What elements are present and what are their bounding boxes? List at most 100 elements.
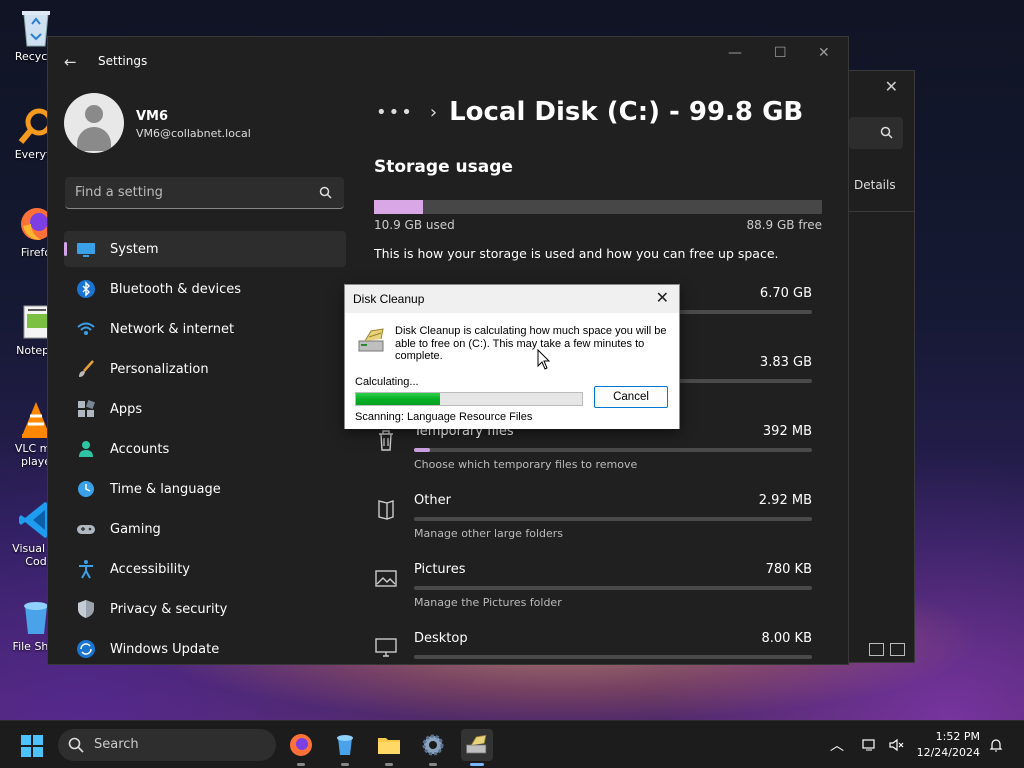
storage-usage-heading: Storage usage [374, 157, 513, 177]
view-toggle[interactable] [869, 643, 905, 656]
file-shredder-icon [337, 735, 353, 755]
taskbar-disk-cleanup[interactable] [461, 729, 493, 766]
background-explorer-window[interactable]: ✕ Details [840, 70, 915, 663]
calculating-label: Calculating... [355, 376, 419, 388]
system-icon [76, 239, 96, 259]
category-size: 780 KB [765, 562, 812, 577]
category-size: 2.92 MB [758, 493, 812, 508]
nav-item-privacy[interactable]: Privacy & security [64, 591, 346, 627]
nav-label: Network & internet [110, 321, 235, 337]
close-icon[interactable]: ✕ [656, 288, 669, 308]
nav-label: Bluetooth & devices [110, 281, 241, 297]
desktop-icon [374, 635, 398, 659]
details-view-icon[interactable] [869, 643, 884, 656]
minimize-icon[interactable]: — [728, 45, 742, 61]
nav-item-system[interactable]: System [64, 231, 346, 267]
clock-date: 12/24/2024 [916, 746, 980, 759]
user-name: VM6 [136, 109, 169, 124]
nav-item-bluetooth[interactable]: Bluetooth & devices [64, 271, 346, 307]
taskbar-file-shredder[interactable] [329, 729, 361, 766]
nav-item-accessibility[interactable]: Accessibility [64, 551, 346, 587]
nav-item-windows-update[interactable]: Windows Update [64, 631, 346, 664]
search-icon [880, 126, 893, 139]
storage-category-pictures[interactable]: Pictures 780 KB Manage the Pictures fold… [374, 560, 814, 616]
dialog-body: Disk Cleanup is calculating how much spa… [345, 313, 679, 429]
page-title: Local Disk (C:) - 99.8 GB [449, 97, 804, 127]
nav-item-accounts[interactable]: Accounts [64, 431, 346, 467]
scanning-status: Scanning: Language Resource Files [355, 411, 533, 423]
category-description: Manage the Pictures folder [414, 596, 562, 609]
volume-muted-icon[interactable] [888, 737, 904, 757]
trash-icon [374, 428, 398, 452]
maximize-icon[interactable]: ☐ [774, 45, 787, 61]
nav-label: Windows Update [110, 641, 220, 657]
mouse-cursor-icon [537, 349, 551, 370]
nav-label: Apps [110, 401, 143, 417]
close-icon[interactable]: ✕ [818, 45, 830, 61]
search-icon [68, 737, 84, 753]
tiles-view-icon[interactable] [890, 643, 905, 656]
details-button[interactable]: Details [854, 178, 896, 192]
find-setting-box[interactable] [65, 177, 344, 209]
taskbar: Search ︿ 1:52 PM 12/24/2024 [0, 720, 1024, 768]
progress-fill [356, 393, 440, 405]
network-status-icon[interactable] [862, 737, 878, 757]
system-clock[interactable]: 1:52 PM 12/24/2024 [917, 729, 980, 761]
taskbar-firefox[interactable] [285, 729, 317, 766]
nav-item-gaming[interactable]: Gaming [64, 511, 346, 547]
storage-category-other[interactable]: Other 2.92 MB Manage other large folders [374, 491, 814, 547]
clock-time: 1:52 PM [935, 730, 980, 743]
gaming-icon [76, 519, 96, 539]
taskbar-search[interactable]: Search [58, 729, 276, 761]
nav-item-apps[interactable]: Apps [64, 391, 346, 427]
nav-item-personalization[interactable]: Personalization [64, 351, 346, 387]
window-title: Settings [98, 54, 148, 68]
settings-icon [422, 734, 444, 756]
storage-usage-fill [374, 200, 423, 214]
search-icon [319, 186, 332, 199]
windows-start-icon[interactable] [20, 734, 44, 762]
category-description: Manage other large folders [414, 527, 564, 540]
dialog-title: Disk Cleanup [353, 292, 425, 306]
folder-icon [374, 497, 398, 521]
storage-category-temporary-files[interactable]: Temporary files 392 MB Choose which temp… [374, 422, 814, 478]
nav-item-network[interactable]: Network & internet [64, 311, 346, 347]
find-setting-input[interactable] [65, 177, 295, 207]
storage-description: This is how your storage is used and how… [374, 246, 779, 261]
explorer-search-box[interactable] [849, 117, 903, 149]
pictures-icon [374, 566, 398, 590]
title-bar: ← Settings — ☐ ✕ [48, 37, 848, 85]
user-profile[interactable]: VM6 VM6@collabnet.local [64, 93, 251, 153]
nav-label: Time & language [110, 481, 221, 497]
nav-label: System [110, 241, 159, 257]
category-description: Choose which temporary files to remove [414, 458, 638, 471]
dialog-message: Disk Cleanup is calculating how much spa… [395, 325, 667, 362]
category-size: 8.00 KB [761, 631, 812, 646]
privacy-icon [76, 599, 96, 619]
storage-category-desktop[interactable]: Desktop 8.00 KB [374, 629, 814, 664]
taskbar-settings[interactable] [417, 729, 449, 766]
close-icon[interactable]: ✕ [885, 77, 898, 96]
nav-item-time-language[interactable]: Time & language [64, 471, 346, 507]
category-name: Pictures [414, 562, 466, 577]
cancel-button[interactable]: Cancel [594, 386, 668, 408]
windows-update-icon [76, 639, 96, 659]
notification-bell-icon[interactable] [988, 737, 1004, 757]
user-email: VM6@collabnet.local [136, 127, 251, 140]
category-size: 6.70 GB [759, 286, 812, 301]
nav-label: Accessibility [110, 561, 190, 577]
nav-label: Personalization [110, 361, 209, 377]
taskbar-file-explorer[interactable] [373, 729, 405, 766]
category-size: 392 MB [762, 424, 812, 439]
storage-usage-bar [374, 200, 822, 214]
category-bar [414, 448, 812, 452]
breadcrumb: ••• › Local Disk (C:) - 99.8 GB [376, 97, 803, 127]
chevron-up-icon[interactable]: ︿ [830, 735, 844, 755]
settings-nav: System Bluetooth & devices Network & int… [64, 231, 346, 664]
category-bar [414, 586, 812, 590]
category-bar [414, 517, 812, 521]
breadcrumb-overflow[interactable]: ••• [376, 102, 414, 123]
back-arrow-icon[interactable]: ← [64, 53, 77, 71]
accessibility-icon [76, 559, 96, 579]
divider [841, 211, 914, 212]
